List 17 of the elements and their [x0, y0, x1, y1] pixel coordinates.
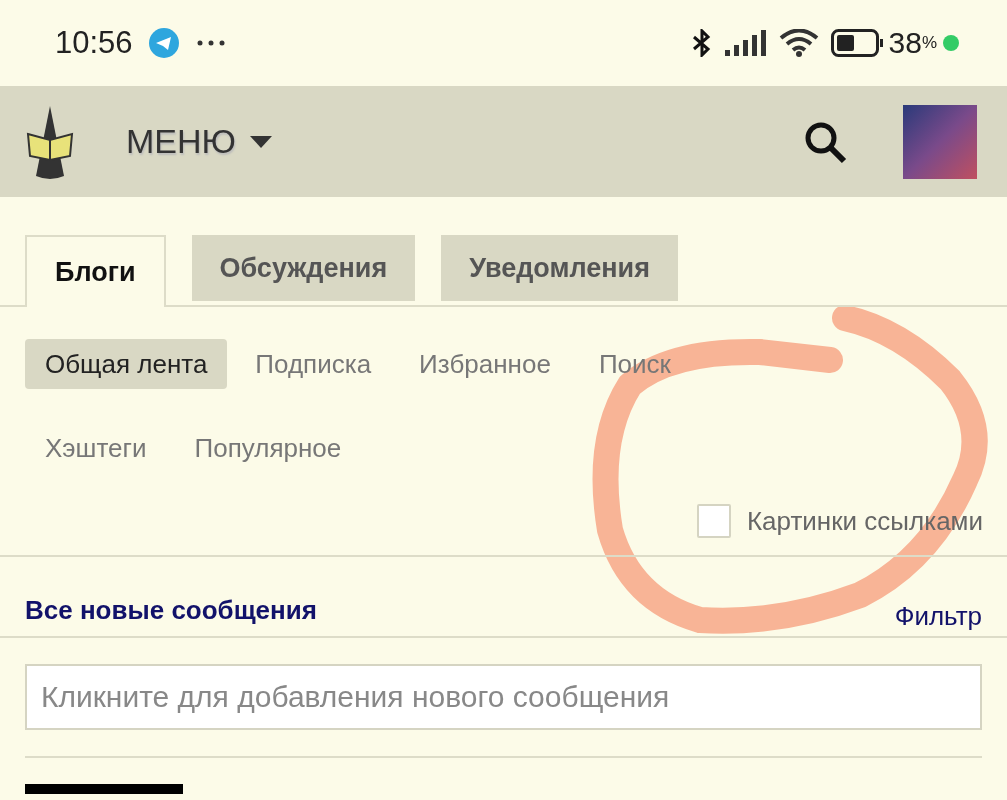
feed-nav-item[interactable]: Поиск: [578, 339, 691, 389]
feed-nav-item[interactable]: Общая лента: [25, 339, 228, 389]
filter-link[interactable]: Фильтр: [894, 601, 982, 632]
tab[interactable]: Уведомления: [441, 235, 678, 301]
feed-nav-item[interactable]: Хэштеги: [25, 423, 167, 473]
percent-sign: %: [921, 33, 937, 52]
feed-nav-item[interactable]: Подписка: [235, 339, 392, 389]
feed-nav-item[interactable]: Популярное: [174, 423, 362, 473]
tab[interactable]: Блоги: [25, 235, 166, 307]
checkbox-label: Картинки ссылками: [746, 505, 983, 537]
new-message-field[interactable]: Кликните для добавления нового сообщения: [25, 664, 982, 730]
battery-percentage: 38: [888, 26, 922, 60]
feed-nav-item[interactable]: Избранное: [399, 339, 571, 389]
feed-title: Все новые сообщения: [25, 595, 317, 626]
status-time: 10:56: [55, 25, 133, 61]
tab[interactable]: Обсуждения: [191, 235, 416, 301]
menu-button[interactable]: МЕНЮ: [126, 122, 272, 161]
